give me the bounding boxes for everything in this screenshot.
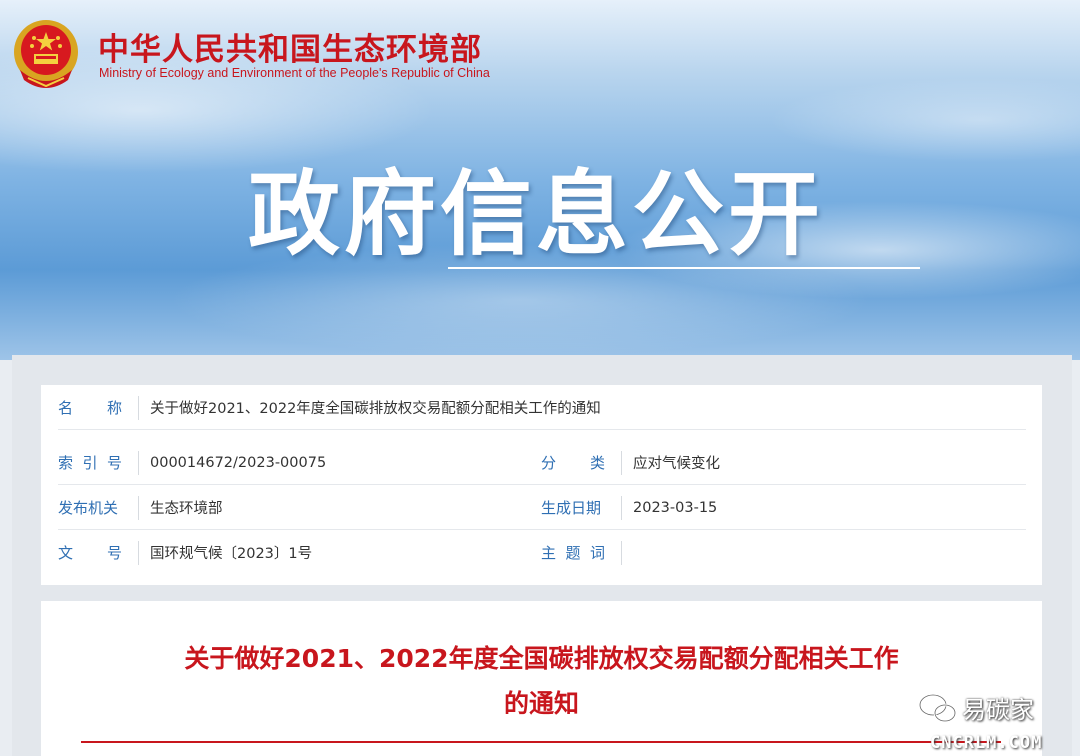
header-banner: 中华人民共和国生态环境部 Ministry of Ecology and Env… — [0, 0, 1080, 360]
meta-value-date: 2023-03-15 — [633, 499, 718, 516]
divider — [621, 496, 622, 520]
watermark: 易碳家 — [918, 690, 1034, 725]
banner-divider — [448, 267, 920, 269]
meta-value-name: 关于做好2021、2022年度全国碳排放权交易配额分配相关工作的通知 — [150, 401, 601, 417]
meta-value-index: 000014672/2023-00075 — [150, 454, 327, 471]
meta-label-keywords-text: 主题词 — [541, 544, 605, 562]
meta-row-name: 名称 关于做好2021、2022年度全国碳排放权交易配额分配相关工作的通知 — [58, 385, 1026, 430]
meta-label-name: 名称 — [58, 397, 122, 418]
meta-value-issuer: 生态环境部 — [150, 501, 223, 517]
divider — [138, 451, 139, 475]
meta-value-docno: 国环规气候〔2023〕1号 — [150, 546, 313, 562]
document-title-line2: 的通知 — [503, 689, 579, 718]
document-metadata-table: 名称 关于做好2021、2022年度全国碳排放权交易配额分配相关工作的通知 索引… — [41, 385, 1042, 585]
document-title-rule — [81, 741, 1001, 743]
divider — [138, 396, 139, 420]
meta-label-name-text: 名称 — [58, 399, 122, 417]
ministry-name-en[interactable]: Ministry of Ecology and Environment of t… — [99, 66, 490, 80]
document-body: 关于做好2021、2022年度全国碳排放权交易配额分配相关工作 的通知 — [41, 601, 1042, 756]
meta-value-category: 应对气候变化 — [633, 456, 720, 472]
meta-label-category-text: 分类 — [541, 454, 605, 472]
divider — [138, 496, 139, 520]
document-title-line1: 关于做好2021、2022年度全国碳排放权交易配额分配相关工作 — [184, 644, 899, 673]
divider — [621, 541, 622, 565]
meta-label-keywords: 主题词 — [541, 542, 605, 563]
watermark-name: 易碳家 — [962, 696, 1034, 724]
meta-label-docno-text: 文号 — [58, 544, 122, 562]
national-emblem-icon — [14, 20, 78, 88]
meta-row-index: 索引号 000014672/2023-00075 分类 应对气候变化 — [58, 440, 1026, 485]
wechat-icon — [918, 693, 957, 722]
watermark-url: CNCRLM.COM — [930, 733, 1043, 753]
divider — [138, 541, 139, 565]
meta-row-docno: 文号 国环规气候〔2023〕1号 主题词 — [58, 530, 1026, 575]
meta-label-issuer: 发布机关 — [58, 499, 119, 517]
meta-label-index-text: 索引号 — [58, 454, 122, 472]
meta-label-index: 索引号 — [58, 452, 122, 473]
ministry-name-cn[interactable]: 中华人民共和国生态环境部 — [98, 24, 482, 69]
meta-label-category: 分类 — [541, 452, 605, 473]
meta-row-issuer: 发布机关 生态环境部 生成日期 2023-03-15 — [58, 485, 1026, 530]
meta-label-docno: 文号 — [58, 542, 122, 563]
meta-label-date: 生成日期 — [541, 499, 602, 517]
divider — [621, 451, 622, 475]
banner-title: 政府信息公开 — [248, 161, 825, 268]
